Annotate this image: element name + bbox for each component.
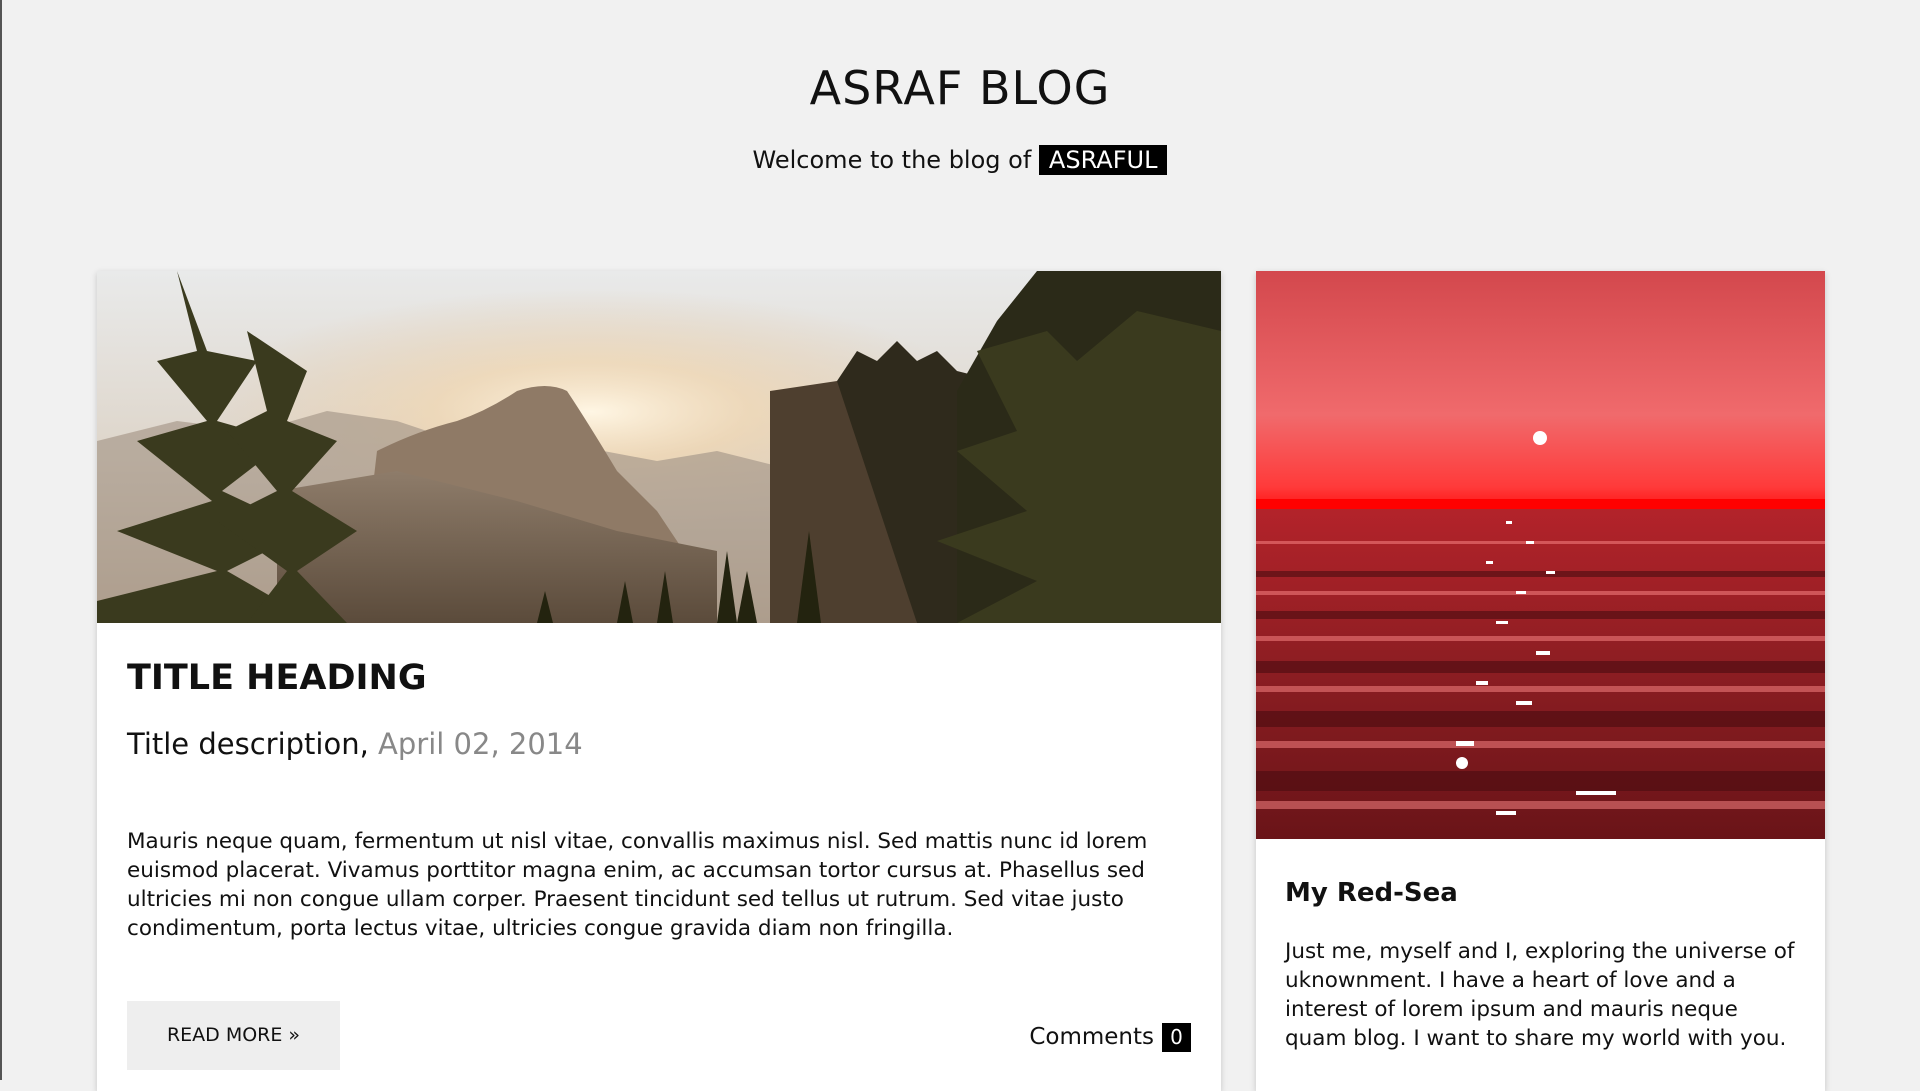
about-card: My Red-Sea Just me, myself and I, explor… xyxy=(1256,271,1825,1091)
post-description: Title description, xyxy=(127,727,369,761)
tagline: Welcome to the blog of ASRAFUL xyxy=(0,145,1920,175)
comments-label: Comments xyxy=(1029,1024,1154,1050)
read-more-button[interactable]: READ MORE » xyxy=(127,1001,340,1070)
forest-sunrise-image xyxy=(97,271,1221,623)
red-sea-sunset-image xyxy=(1256,271,1825,839)
tagline-prefix: Welcome to the blog of xyxy=(752,146,1032,174)
comments-count-badge: 0 xyxy=(1162,1022,1191,1052)
post-subtitle: Title description, April 02, 2014 xyxy=(127,726,583,762)
main-post-card: TITLE HEADING Title description, April 0… xyxy=(97,271,1221,1091)
post-date: April 02, 2014 xyxy=(378,727,583,761)
post-title: TITLE HEADING xyxy=(127,658,427,698)
about-body: Just me, myself and I, exploring the uni… xyxy=(1285,939,1795,1051)
about-title: My Red-Sea xyxy=(1285,878,1458,908)
tagline-name-badge: ASRAFUL xyxy=(1038,145,1168,175)
site-title: ASRAF BLOG xyxy=(809,61,1111,115)
post-body: Mauris neque quam, fermentum ut nisl vit… xyxy=(127,829,1148,941)
comments-link[interactable]: Comments 0 xyxy=(1029,1022,1191,1052)
